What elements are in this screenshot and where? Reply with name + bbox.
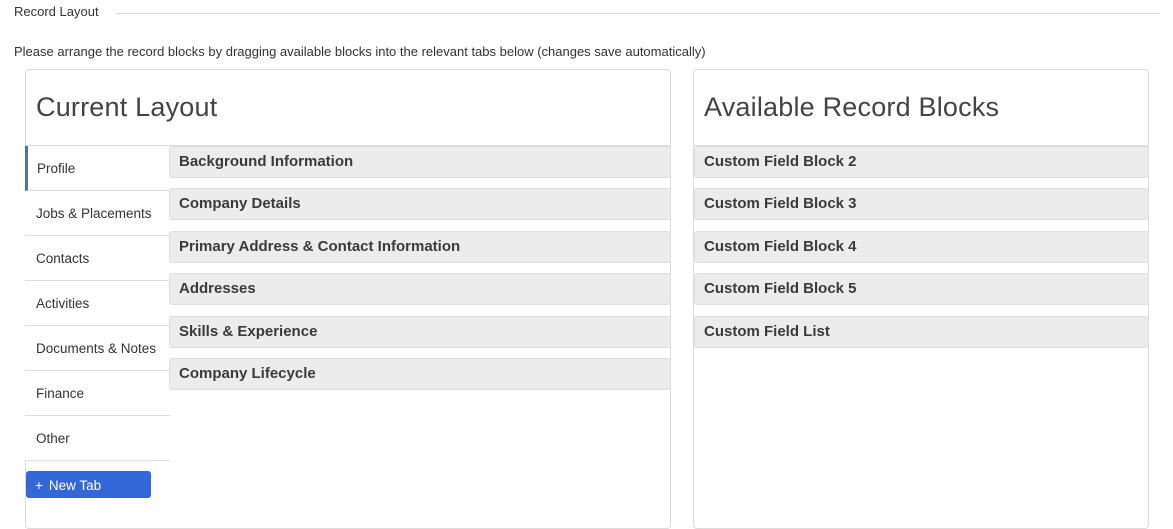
available-blocks-title: Available Record Blocks <box>694 70 1148 146</box>
tab-contacts[interactable]: Contacts <box>25 236 170 281</box>
record-block-primary-address[interactable]: Primary Address & Contact Information <box>169 230 671 263</box>
available-blocks-list: Custom Field Block 2 Custom Field Block … <box>694 146 1149 358</box>
layout-tabs: Profile Jobs & Placements Contacts Activ… <box>25 146 170 461</box>
tab-documents-notes[interactable]: Documents & Notes <box>25 326 170 371</box>
tab-finance[interactable]: Finance <box>25 371 170 416</box>
legend-divider <box>14 13 1160 14</box>
current-layout-title: Current Layout <box>26 70 670 146</box>
tab-other[interactable]: Other <box>25 416 170 461</box>
available-block-custom-field-5[interactable]: Custom Field Block 5 <box>694 273 1149 306</box>
tab-profile[interactable]: Profile <box>25 146 170 191</box>
available-block-custom-field-2[interactable]: Custom Field Block 2 <box>694 146 1149 178</box>
plus-icon: + <box>35 478 43 493</box>
available-block-custom-field-3[interactable]: Custom Field Block 3 <box>694 188 1149 221</box>
record-block-company-lifecycle[interactable]: Company Lifecycle <box>169 357 671 390</box>
record-block-background-information[interactable]: Background Information <box>169 146 671 178</box>
record-block-addresses[interactable]: Addresses <box>169 273 671 306</box>
record-layout-legend: Record Layout <box>0 0 1173 24</box>
available-blocks-panel: Available Record Blocks Custom Field Blo… <box>693 69 1149 529</box>
available-block-custom-field-4[interactable]: Custom Field Block 4 <box>694 230 1149 263</box>
current-blocks-list: Background Information Company Details P… <box>169 146 671 400</box>
tab-jobs-placements[interactable]: Jobs & Placements <box>25 191 170 236</box>
available-block-custom-field-list[interactable]: Custom Field List <box>694 315 1149 348</box>
record-block-company-details[interactable]: Company Details <box>169 188 671 221</box>
new-tab-button[interactable]: + New Tab <box>26 471 151 498</box>
new-tab-label: New Tab <box>48 478 102 493</box>
section-legend: Record Layout <box>14 4 115 20</box>
current-layout-panel: Current Layout Profile Jobs & Placements… <box>25 69 671 529</box>
tab-activities[interactable]: Activities <box>25 281 170 326</box>
record-block-skills-experience[interactable]: Skills & Experience <box>169 315 671 348</box>
instructions-text: Please arrange the record blocks by drag… <box>14 44 706 59</box>
